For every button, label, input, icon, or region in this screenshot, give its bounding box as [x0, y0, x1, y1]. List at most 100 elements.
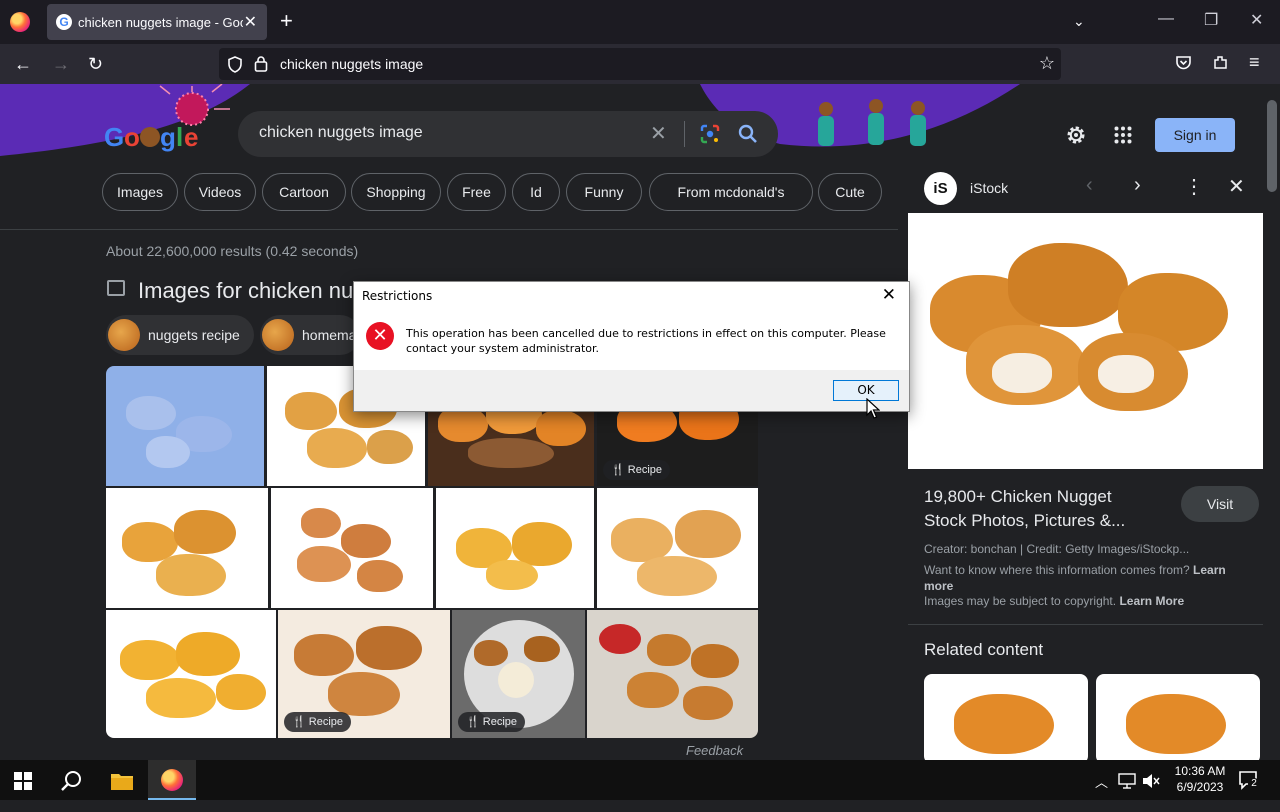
image-result[interactable]: [106, 610, 276, 738]
image-result[interactable]: [587, 610, 758, 738]
chip-from-mcdonalds[interactable]: From mcdonald's: [649, 173, 813, 211]
google-lens-icon[interactable]: [700, 124, 720, 144]
clock-time: 10:36 AM: [1174, 764, 1226, 778]
search-box[interactable]: chicken nuggets image ✕: [238, 111, 778, 157]
search-icon[interactable]: [738, 124, 758, 144]
close-window-icon[interactable]: ✕: [1250, 10, 1263, 30]
images-section-heading[interactable]: Images for chicken nu: [138, 278, 353, 304]
file-explorer-icon[interactable]: [110, 771, 134, 791]
tracking-shield-icon[interactable]: [227, 56, 243, 73]
svg-text:l: l: [176, 122, 183, 152]
close-panel-icon[interactable]: ✕: [1228, 174, 1245, 199]
preview-image[interactable]: [908, 213, 1263, 469]
windows-start-icon[interactable]: [14, 772, 32, 790]
chip-id[interactable]: Id: [512, 173, 560, 211]
reload-icon[interactable]: ↻: [88, 54, 103, 74]
svg-text:g: g: [160, 122, 176, 152]
firefox-taskbar-icon: [161, 769, 183, 791]
copyright-text: Images may be subject to copyright. Lear…: [924, 594, 1185, 608]
notification-count: 2: [1248, 778, 1260, 790]
system-clock[interactable]: 10:36 AM 6/9/2023: [1158, 763, 1242, 795]
chip-shopping[interactable]: Shopping: [351, 173, 441, 211]
panel-content: iS iStock ‹ › ⋮ ✕ 19,800+ Chicken Nugget…: [908, 164, 1264, 764]
image-result[interactable]: [106, 488, 268, 608]
network-icon[interactable]: [1118, 773, 1136, 789]
restore-icon[interactable]: ❐: [1204, 10, 1218, 30]
image-results-grid: 🍴 Recipe 🍴 Recipe 🍴 Recipe: [106, 366, 758, 738]
google-favicon-icon: G: [56, 14, 72, 30]
error-icon: ✕: [366, 322, 394, 350]
menu-hamburger-icon[interactable]: ≡: [1249, 52, 1260, 73]
image-result[interactable]: 🍴 Recipe: [452, 610, 585, 738]
images-section-icon: [107, 280, 125, 296]
more-options-icon[interactable]: ⋮: [1184, 174, 1204, 199]
recipe-badge: 🍴 Recipe: [458, 712, 526, 732]
navigation-bar: ← → ↻ chicken nuggets image ☆ ≡: [0, 44, 1280, 84]
panel-divider: [908, 624, 1263, 625]
image-result[interactable]: 🍴 Recipe: [278, 610, 450, 738]
mouse-cursor-icon: [866, 398, 880, 419]
address-bar[interactable]: chicken nuggets image ☆: [219, 48, 1061, 80]
image-result[interactable]: [597, 488, 758, 608]
feedback-link[interactable]: Feedback: [686, 743, 743, 758]
chip-videos[interactable]: Videos: [184, 173, 256, 211]
taskbar-firefox-button[interactable]: [148, 760, 196, 800]
image-result[interactable]: [436, 488, 594, 608]
chip-funny[interactable]: Funny: [566, 173, 642, 211]
sign-in-button[interactable]: Sign in: [1155, 118, 1235, 152]
url-text: chicken nuggets image: [280, 56, 424, 72]
result-stats: About 22,600,000 results (0.42 seconds): [106, 243, 359, 259]
clear-search-icon[interactable]: ✕: [650, 121, 667, 146]
learn-more-copyright-link[interactable]: Learn More: [1119, 594, 1184, 608]
firefox-icon[interactable]: [10, 12, 30, 32]
dialog-footer: OK: [354, 370, 909, 411]
tab-close-icon[interactable]: ✕: [244, 12, 257, 32]
page-scrollbar[interactable]: [1264, 84, 1280, 760]
forward-arrow-icon[interactable]: →: [52, 54, 70, 74]
back-arrow-icon[interactable]: ←: [14, 54, 32, 74]
previous-arrow-icon[interactable]: ‹: [1086, 174, 1093, 197]
tab-bar: G chicken nuggets image - Goog ✕ + ⌄ — ❐…: [0, 0, 1280, 44]
extensions-icon[interactable]: [1212, 54, 1229, 71]
related-thumbnail[interactable]: [1096, 674, 1260, 764]
info-source-text: Want to know where this information come…: [924, 563, 1226, 593]
chip-cute[interactable]: Cute: [818, 173, 882, 211]
lock-icon[interactable]: [254, 55, 268, 72]
chip-free[interactable]: Free: [447, 173, 506, 211]
taskbar-search-icon[interactable]: [61, 770, 83, 792]
svg-text:o: o: [124, 122, 140, 152]
preview-caption[interactable]: 19,800+ Chicken Nugget Stock Photos, Pic…: [924, 485, 1154, 533]
dialog-close-icon[interactable]: ✕: [882, 285, 896, 305]
google-apps-icon[interactable]: [1114, 126, 1132, 144]
next-arrow-icon[interactable]: ›: [1134, 174, 1141, 197]
suggestion-chip-homemade[interactable]: homema: [260, 315, 360, 355]
visit-button[interactable]: Visit: [1181, 486, 1259, 522]
list-tabs-chevron-icon[interactable]: ⌄: [1073, 13, 1085, 30]
show-hidden-icons-chevron-icon[interactable]: ︿: [1095, 772, 1108, 812]
image-result[interactable]: [271, 488, 433, 608]
bookmark-star-icon[interactable]: ☆: [1039, 53, 1055, 74]
creator-credit: Creator: bonchan | Credit: Getty Images/…: [924, 542, 1190, 556]
windows-taskbar: ︿ 10:36 AM 6/9/2023 2: [0, 760, 1280, 800]
new-tab-icon[interactable]: +: [280, 9, 293, 33]
image-result[interactable]: [106, 366, 264, 486]
minimize-icon[interactable]: —: [1158, 10, 1174, 28]
related-content-heading: Related content: [924, 640, 1044, 659]
pocket-icon[interactable]: [1175, 54, 1192, 71]
chip-cartoon[interactable]: Cartoon: [262, 173, 346, 211]
tab-title: chicken nuggets image - Goog: [78, 15, 243, 30]
clock-date: 6/9/2023: [1176, 780, 1224, 794]
chip-images[interactable]: Images: [102, 173, 178, 211]
search-divider: [684, 121, 685, 147]
dialog-message: This operation has been cancelled due to…: [406, 327, 886, 355]
panel-source-title[interactable]: iStock: [970, 180, 1008, 196]
browser-tab[interactable]: G chicken nuggets image - Goog ✕: [47, 4, 267, 40]
scrollbar-thumb[interactable]: [1267, 100, 1277, 192]
suggestion-chip-nuggets-recipe[interactable]: nuggets recipe: [106, 315, 254, 355]
restrictions-dialog: Restrictions ✕ ✕ This operation has been…: [353, 281, 910, 412]
related-thumbnail[interactable]: [924, 674, 1088, 764]
suggestion-label: homema: [302, 327, 357, 343]
notifications-icon[interactable]: 2: [1238, 770, 1260, 790]
settings-gear-icon[interactable]: [1065, 124, 1087, 146]
search-input[interactable]: chicken nuggets image: [259, 124, 423, 142]
